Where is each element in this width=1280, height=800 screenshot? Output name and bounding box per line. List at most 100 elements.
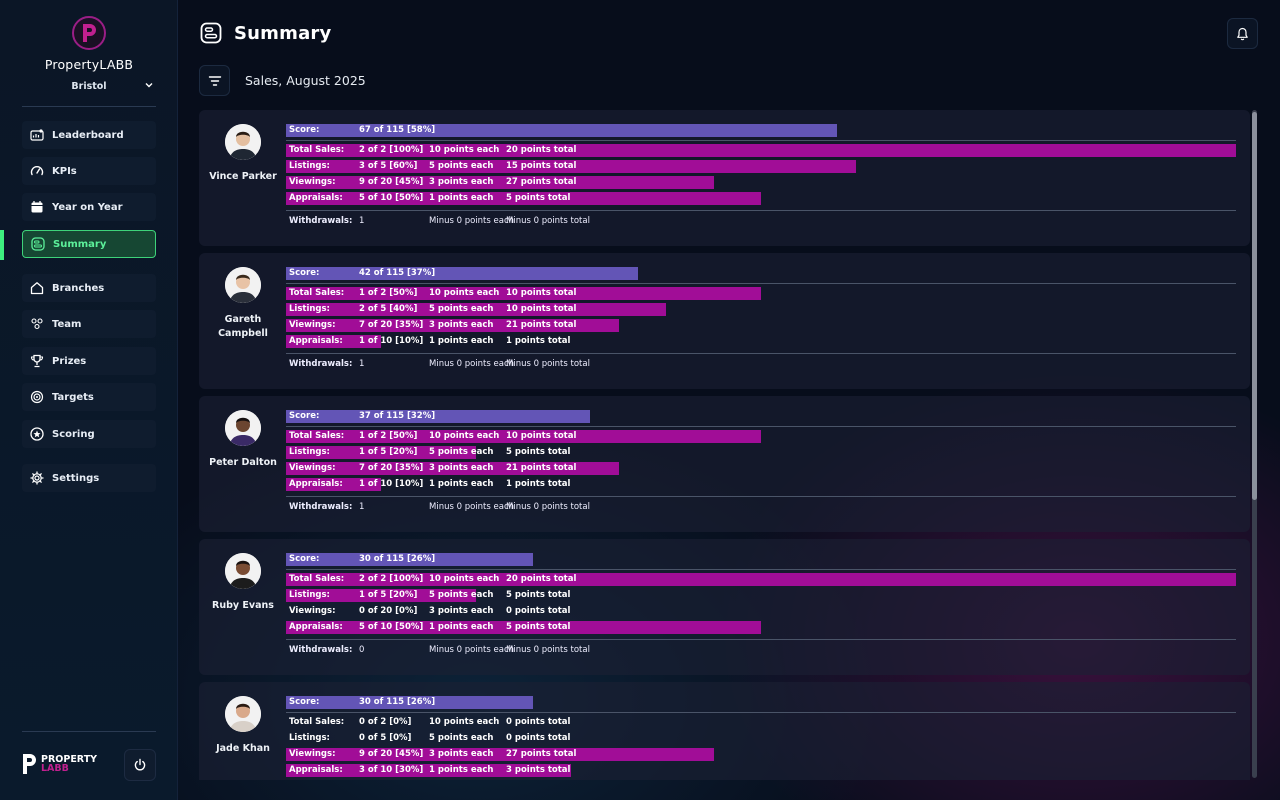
- withdrawals-value: 1: [359, 359, 365, 369]
- stats-block: Score: 30 of 115 [26%] Total Sales: 2 of 2 …: [286, 553, 1236, 658]
- withdrawals-label: Withdrawals:: [289, 359, 353, 369]
- withdrawals-value: 1: [359, 216, 365, 226]
- score-label: Score:: [289, 411, 320, 421]
- chevron-down-icon[interactable]: [144, 75, 154, 94]
- sidebar-divider-bottom: [22, 731, 156, 732]
- sidebar-item-settings[interactable]: Settings: [22, 464, 156, 492]
- metric-total: 3 points total: [506, 765, 571, 775]
- withdrawals-each: Minus 0 points each: [429, 216, 515, 226]
- metric-row-listings: Listings: 3 of 5 [60%] 5 points each 15 poi…: [286, 160, 1236, 176]
- metric-label: Appraisals:: [289, 193, 343, 203]
- metric-label: Appraisals:: [289, 336, 343, 346]
- branch-name: Bristol: [71, 81, 107, 92]
- summary-icon: [200, 22, 222, 44]
- metric-each: 5 points each: [429, 304, 494, 314]
- withdrawals-value: 1: [359, 502, 365, 512]
- metric-total: 10 points total: [506, 431, 577, 441]
- notifications-button[interactable]: [1227, 18, 1258, 49]
- page-title: Summary: [234, 22, 332, 44]
- metric-label: Viewings:: [289, 463, 336, 473]
- scrollbar[interactable]: [1252, 110, 1257, 778]
- metric-label: Appraisals:: [289, 622, 343, 632]
- score-row: Score: 37 of 115 [32%]: [286, 410, 1236, 424]
- main-content: Summary Sales, August 2025 Vince Parker S…: [178, 0, 1280, 800]
- metric-total: 20 points total: [506, 574, 577, 584]
- sidebar-item-scoring[interactable]: Scoring: [22, 420, 156, 448]
- scrollbar-thumb[interactable]: [1252, 112, 1257, 500]
- sidebar-item-label: Targets: [52, 391, 94, 403]
- sidebar-item-team[interactable]: Team: [22, 310, 156, 338]
- metric-each: 3 points each: [429, 749, 494, 759]
- metric-label: Total Sales:: [289, 145, 345, 155]
- metric-value: 7 of 20 [35%]: [359, 463, 424, 473]
- footer-logo-mark: [23, 754, 36, 774]
- metric-each: 1 points each: [429, 336, 494, 346]
- filter-label: Sales, August 2025: [245, 73, 366, 88]
- metric-value: 5 of 10 [50%]: [359, 622, 424, 632]
- metric-row-listings: Listings: 2 of 5 [40%] 5 points each 10 poi…: [286, 303, 1236, 319]
- page-header: Summary: [200, 22, 331, 44]
- branch-selector[interactable]: Bristol: [0, 74, 178, 92]
- filter-button[interactable]: [199, 65, 230, 96]
- score-row: Score: 67 of 115 [58%]: [286, 124, 1236, 138]
- metric-total: 27 points total: [506, 177, 577, 187]
- metric-row-total-sales: Total Sales: 1 of 2 [50%] 10 points each 10…: [286, 287, 1236, 303]
- person-name: Jade Khan: [216, 743, 270, 754]
- metric-row-viewings: Viewings: 9 of 20 [45%] 3 points each 27 po…: [286, 748, 1236, 764]
- logout-button[interactable]: [124, 749, 156, 781]
- bell-icon: [1237, 27, 1248, 40]
- brand-name: PropertyLABB: [44, 57, 134, 72]
- footer-logo: PROPERTY LABB: [22, 753, 97, 775]
- metric-row-appraisals: Appraisals: 1 of 10 [10%] 1 points each 1 p…: [286, 478, 1236, 494]
- metric-each: 10 points each: [429, 145, 500, 155]
- metric-label: Appraisals:: [289, 765, 343, 775]
- divider: [286, 353, 1236, 354]
- withdrawals-label: Withdrawals:: [289, 216, 353, 226]
- metric-row-total-sales: Total Sales: 2 of 2 [100%] 10 points each 2…: [286, 573, 1236, 589]
- metric-each: 1 points each: [429, 479, 494, 489]
- stats-block: Score: 37 of 115 [32%] Total Sales: 1 of 2 …: [286, 410, 1236, 515]
- metric-total: 10 points total: [506, 288, 577, 298]
- metric-row-total-sales: Total Sales: 0 of 2 [0%] 10 points each 0 p…: [286, 716, 1236, 732]
- divider: [286, 140, 1236, 141]
- sidebar-item-label: Year on Year: [52, 201, 123, 213]
- metric-label: Viewings:: [289, 749, 336, 759]
- person-card: Vince Parker Score: 67 of 115 [58%] Total S…: [199, 110, 1250, 246]
- sidebar-item-year-on-year[interactable]: Year on Year: [22, 193, 156, 221]
- sidebar-item-leaderboard[interactable]: Leaderboard: [22, 121, 156, 149]
- withdrawals-total: Minus 0 points total: [506, 645, 590, 655]
- sidebar-item-targets[interactable]: Targets: [22, 383, 156, 411]
- withdrawals-label: Withdrawals:: [289, 502, 353, 512]
- withdrawals-each: Minus 0 points each: [429, 359, 515, 369]
- metric-row-listings: Listings: 1 of 5 [20%] 5 points each 5 poin…: [286, 446, 1236, 462]
- metric-each: 10 points each: [429, 574, 500, 584]
- leaderboard-icon: [30, 128, 44, 142]
- metric-each: 3 points each: [429, 606, 494, 616]
- metric-total: 20 points total: [506, 145, 577, 155]
- sidebar-item-branches[interactable]: Branches: [22, 274, 156, 302]
- metric-value: 1 of 2 [50%]: [359, 431, 418, 441]
- avatar: [225, 124, 261, 160]
- sidebar-item-label: Summary: [53, 238, 107, 250]
- divider: [286, 283, 1236, 284]
- person-name: Gareth Campbell: [218, 314, 268, 339]
- metric-value: 1 of 10 [10%]: [359, 479, 424, 489]
- home-icon: [30, 281, 44, 295]
- metric-label: Viewings:: [289, 320, 336, 330]
- sidebar-item-label: Team: [52, 318, 82, 330]
- metric-each: 3 points each: [429, 177, 494, 187]
- divider: [286, 712, 1236, 713]
- sidebar-item-prizes[interactable]: Prizes: [22, 347, 156, 375]
- person-name: Vince Parker: [209, 171, 277, 182]
- score-row: Score: 30 of 115 [26%]: [286, 696, 1236, 710]
- metric-value: 3 of 5 [60%]: [359, 161, 418, 171]
- metric-row-listings: Listings: 1 of 5 [20%] 5 points each 5 poin…: [286, 589, 1236, 605]
- brand: PropertyLABB Bristol: [0, 16, 178, 92]
- score-value: 37 of 115 [32%]: [359, 411, 436, 421]
- trophy-icon: [30, 354, 44, 368]
- sidebar-item-kpis[interactable]: KPIs: [22, 157, 156, 185]
- stats-block: Score: 42 of 115 [37%] Total Sales: 1 of 2 …: [286, 267, 1236, 372]
- divider: [286, 210, 1236, 211]
- person-card: Peter Dalton Score: 37 of 115 [32%] Total S…: [199, 396, 1250, 532]
- sidebar-item-summary[interactable]: Summary: [22, 230, 156, 258]
